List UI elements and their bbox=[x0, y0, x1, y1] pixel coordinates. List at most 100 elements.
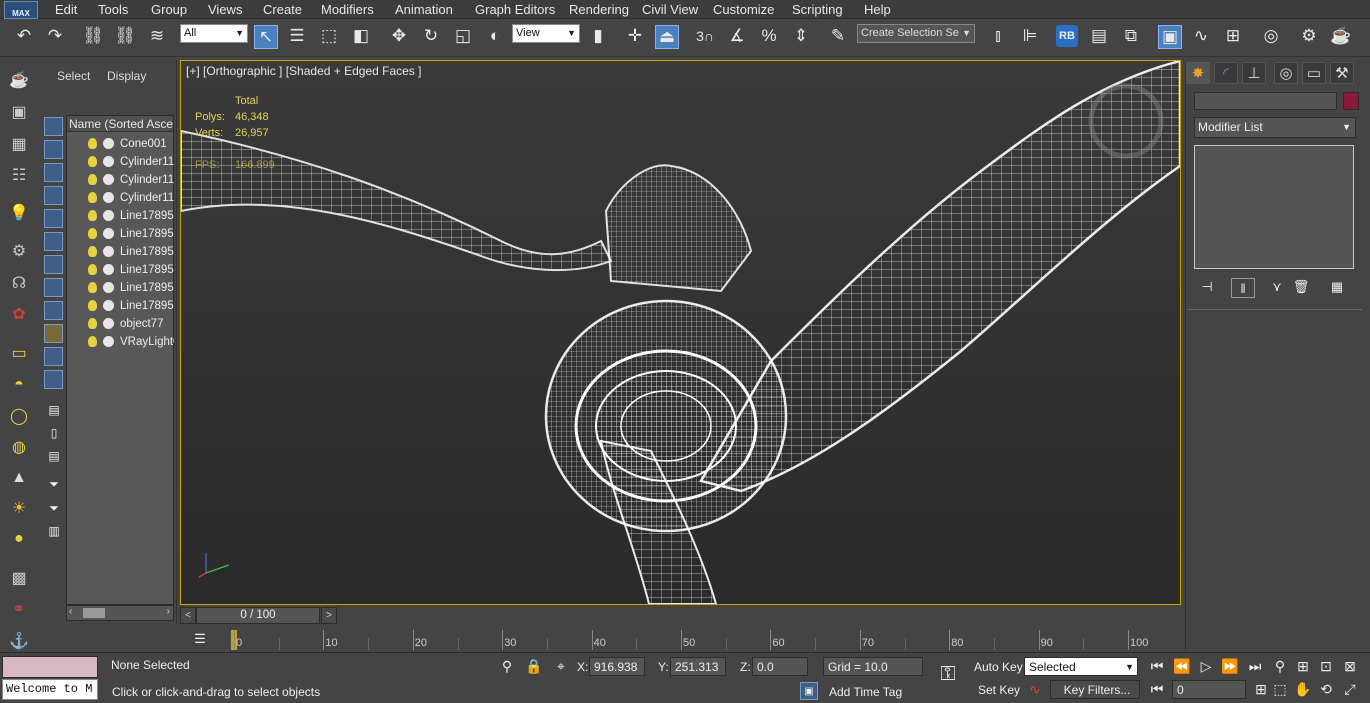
menu-customize[interactable]: Customize bbox=[713, 2, 774, 17]
tab-create-icon[interactable]: ✸ bbox=[1186, 62, 1210, 84]
menu-help[interactable]: Help bbox=[864, 2, 891, 17]
particle-icon[interactable]: ⚭ bbox=[8, 598, 30, 620]
maxscript-listener-mini[interactable] bbox=[2, 656, 98, 678]
window-crossing-icon[interactable]: ◧ bbox=[350, 25, 372, 47]
next-frame-icon[interactable]: ⏩ bbox=[1220, 656, 1240, 676]
table-icon[interactable]: ▦ bbox=[8, 133, 30, 155]
list-item[interactable]: Line17895 bbox=[88, 208, 174, 224]
light-bulb-icon[interactable] bbox=[88, 228, 97, 240]
snaps-toggle-icon[interactable]: 3 ∩ bbox=[694, 25, 716, 47]
rectangular-selection-icon[interactable]: ⬚ bbox=[318, 25, 340, 47]
column-config-icon[interactable]: ▥ bbox=[44, 521, 64, 541]
modifier-list-dropdown[interactable]: Modifier List ▼ bbox=[1194, 117, 1356, 138]
mirror-icon[interactable]: ⫾ bbox=[987, 25, 1009, 47]
play-icon[interactable]: ▷ bbox=[1196, 656, 1216, 676]
light-bulb-icon[interactable] bbox=[88, 156, 97, 168]
redo-icon[interactable]: ↷ bbox=[44, 25, 66, 47]
next-frame-arrow-icon[interactable]: > bbox=[321, 607, 337, 624]
link-icon[interactable]: ⛓ bbox=[82, 25, 104, 47]
display-hidden-icon[interactable] bbox=[44, 370, 63, 389]
layer-manager-icon[interactable]: ▤ bbox=[1088, 25, 1110, 47]
cone-primitive-icon[interactable]: ▲ bbox=[8, 467, 30, 489]
zoom-extents-icon[interactable]: ⊡ bbox=[1316, 656, 1336, 676]
key-mode-dropdown[interactable]: Selected ▼ bbox=[1024, 657, 1138, 676]
scroll-left-icon[interactable]: ‹ bbox=[69, 606, 72, 617]
camera-icon[interactable]: ⚙ bbox=[8, 240, 30, 262]
menu-modifiers[interactable]: Modifiers bbox=[321, 2, 374, 17]
edit-named-selection-icon[interactable]: ✎ bbox=[827, 25, 849, 47]
scroll-right-icon[interactable]: › bbox=[167, 606, 170, 617]
menu-create[interactable]: Create bbox=[263, 2, 302, 17]
maxscript-welcome[interactable]: Welcome to M bbox=[2, 679, 98, 700]
rb-plugin-button[interactable]: RB bbox=[1056, 25, 1078, 47]
rotate-icon[interactable]: ↻ bbox=[420, 25, 442, 47]
make-unique-icon[interactable]: ⋎ bbox=[1266, 278, 1288, 296]
display-lights-icon[interactable] bbox=[44, 163, 63, 182]
menu-graph-editors[interactable]: Graph Editors bbox=[475, 2, 555, 17]
z-coordinate-field[interactable]: 0.0 bbox=[752, 657, 808, 676]
menu-scripting[interactable]: Scripting bbox=[792, 2, 843, 17]
plane-primitive-icon[interactable]: ▭ bbox=[8, 342, 30, 364]
render-setup-icon[interactable]: ⚙ bbox=[1298, 25, 1320, 47]
ring-icon[interactable]: ◯ bbox=[8, 405, 30, 427]
blank-page-icon[interactable]: ▯ bbox=[44, 423, 64, 443]
light-bulb-icon[interactable] bbox=[88, 300, 97, 312]
geosphere-icon[interactable]: ◍ bbox=[8, 436, 30, 458]
bind-space-warp-icon[interactable]: ≋ bbox=[146, 25, 168, 47]
list-item[interactable]: Cylinder11 bbox=[88, 154, 174, 170]
key-filters-button[interactable]: Key Filters... bbox=[1050, 680, 1140, 699]
scene-explorer-toggle-icon[interactable]: ▣ bbox=[1158, 25, 1182, 49]
viewport-label[interactable]: [+] [Orthographic ] [Shaded + Edged Face… bbox=[186, 64, 421, 78]
display-spacewarps-icon[interactable] bbox=[44, 232, 63, 251]
time-configuration-icon[interactable]: ⊞ bbox=[1251, 679, 1271, 699]
go-to-start-icon[interactable]: ⏮ bbox=[1147, 656, 1167, 676]
light-bulb-icon[interactable] bbox=[88, 210, 97, 222]
list-item[interactable]: Line17895 bbox=[88, 226, 174, 242]
absolute-mode-icon[interactable]: ⌖ bbox=[551, 656, 571, 676]
key-mode-toggle-icon[interactable]: ⏮ bbox=[1147, 679, 1167, 699]
list-item[interactable]: Cylinder11 bbox=[88, 172, 174, 188]
object-color-swatch[interactable] bbox=[1343, 92, 1359, 110]
column-header-name[interactable]: Name (Sorted Ascending) bbox=[67, 116, 173, 132]
tab-modify-icon[interactable]: ◜ bbox=[1214, 62, 1238, 84]
light-lister-icon[interactable]: 💡 bbox=[8, 202, 30, 224]
align-icon[interactable]: ⊫ bbox=[1019, 25, 1041, 47]
placement-icon[interactable]: ◐ bbox=[484, 25, 506, 47]
angle-snap-icon[interactable]: ∡ bbox=[726, 25, 748, 47]
app-logo[interactable]: MAX bbox=[4, 1, 38, 19]
light-bulb-icon[interactable] bbox=[88, 192, 97, 204]
selection-filter-dropdown[interactable]: All ▼ bbox=[180, 24, 248, 43]
viewport-orthographic[interactable] bbox=[180, 60, 1181, 605]
isolate-selection-icon[interactable]: ⚲ bbox=[497, 656, 517, 676]
pin-stack-icon[interactable]: ⊣ bbox=[1196, 278, 1218, 296]
light-bulb-icon[interactable] bbox=[88, 336, 97, 348]
time-slider-thumb[interactable]: 0 / 100 bbox=[196, 607, 320, 624]
spinner-snap-icon[interactable]: ⇕ bbox=[790, 25, 812, 47]
explorer-horizontal-scrollbar[interactable]: ‹ › bbox=[66, 605, 174, 621]
maximize-viewport-icon[interactable]: ⤢ bbox=[1340, 679, 1360, 699]
display-geometry-icon[interactable] bbox=[44, 117, 63, 136]
display-cameras-icon[interactable] bbox=[44, 186, 63, 205]
light-bulb-icon[interactable] bbox=[88, 138, 97, 150]
configure-modifier-sets-icon[interactable]: ▦ bbox=[1326, 278, 1348, 296]
tab-hierarchy-icon[interactable]: ⊥ bbox=[1242, 62, 1266, 84]
object-name-field[interactable] bbox=[1194, 92, 1337, 110]
display-helpers-icon[interactable] bbox=[44, 209, 63, 228]
modifier-stack[interactable] bbox=[1194, 145, 1354, 269]
funnel-icon[interactable]: ⏷ bbox=[44, 474, 64, 494]
set-key-mode-icon[interactable]: ⚿ bbox=[930, 663, 966, 685]
go-to-end-icon[interactable]: ⏭ bbox=[1245, 656, 1265, 676]
light-bulb-icon[interactable] bbox=[88, 174, 97, 186]
menu-civil-view[interactable]: Civil View bbox=[642, 2, 698, 17]
percent-snap-icon[interactable]: % bbox=[758, 25, 780, 47]
tab-select[interactable]: Select bbox=[57, 69, 90, 83]
set-key-button[interactable]: Set Key bbox=[978, 683, 1020, 697]
list-view-icon[interactable]: ☷ bbox=[8, 164, 30, 186]
display-bones-icon[interactable] bbox=[44, 301, 63, 320]
menu-animation[interactable]: Animation bbox=[395, 2, 453, 17]
tab-display-icon[interactable]: ▭ bbox=[1302, 62, 1326, 84]
list-item[interactable]: VRayLight0 bbox=[88, 334, 174, 350]
field-of-view-icon[interactable]: ⬚ bbox=[1270, 679, 1290, 699]
menu-group[interactable]: Group bbox=[151, 2, 187, 17]
list-item[interactable]: Line17895 bbox=[88, 262, 174, 278]
